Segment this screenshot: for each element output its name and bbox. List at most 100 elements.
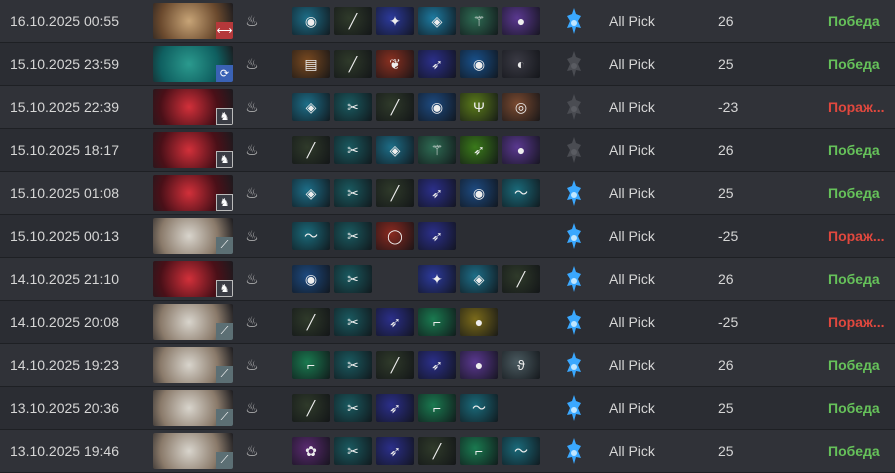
game-mode: All Pick [609,400,655,416]
rating-change: 26 [718,13,734,29]
boots-icon[interactable]: ⌐ [460,437,498,465]
fire-hand-icon: ♨ [245,99,259,116]
staff-icon[interactable]: ╱ [292,394,330,422]
blade-icon[interactable]: ➶ [376,308,414,336]
boots-icon[interactable]: ⌐ [292,351,330,379]
axe-icon[interactable]: ✂ [334,351,372,379]
blade-icon[interactable]: ➶ [376,394,414,422]
blade-icon[interactable]: ➶ [418,351,456,379]
match-row[interactable]: 15.10.2025 18:17 ♞ ♨ ╱ ✂ ◈ ⚚ ➶ ● All Pick 26 Победа [0,129,895,172]
item-list: ▤ ╱ ❦ ➶ ◉ ◐ [292,43,540,85]
blade-icon[interactable]: ➶ [418,179,456,207]
boots-icon[interactable]: ⌐ [418,308,456,336]
match-row[interactable]: 16.10.2025 00:55 ⟷ ♨ ◉ ╱ ✦ ◈ ⚚ ● All Pick 26 Победа [0,0,895,43]
empty-item-slot [376,265,414,293]
pouch-icon[interactable]: ● [502,7,540,35]
match-row[interactable]: 15.10.2025 01:08 ♞ ♨ ◈ ✂ ╱ ➶ ◉ 〜 All Pick 25 Победа [0,172,895,215]
axe-icon[interactable]: ✂ [334,265,372,293]
blade-icon[interactable]: ➶ [418,50,456,78]
staff-icon[interactable]: ╱ [292,136,330,164]
empty-item-slot [502,394,540,422]
fire-hand-icon: ♨ [245,185,259,202]
match-result: Пораж... [828,99,885,115]
hero-portrait[interactable]: ♞ [153,132,233,168]
wand-icon[interactable]: ⚚ [460,7,498,35]
hero-portrait[interactable]: ⟋ [153,218,233,254]
orb-icon[interactable]: ◉ [292,7,330,35]
rating-change: -23 [718,99,739,115]
staff-icon[interactable]: ╱ [502,265,540,293]
match-row[interactable]: 13.10.2025 20:36 ⟋ ♨ ╱ ✂ ➶ ⌐ 〜 All Pick 25 Победа [0,387,895,430]
lens-icon[interactable]: ◈ [376,136,414,164]
item-list: ✿ ✂ ➶ ╱ ⌐ 〜 [292,430,540,472]
ring-icon[interactable]: ◯ [376,222,414,250]
match-row[interactable]: 13.10.2025 19:46 ⟋ ♨ ✿ ✂ ➶ ╱ ⌐ 〜 All Pick 25 Победа [0,430,895,473]
hero-portrait[interactable]: ♞ [153,89,233,125]
match-date: 14.10.2025 20:08 [10,314,119,330]
pouch-icon[interactable]: ● [460,351,498,379]
scroll-icon[interactable]: ▤ [292,50,330,78]
match-result: Победа [828,443,880,459]
match-row[interactable]: 14.10.2025 20:08 ⟋ ♨ ╱ ✂ ➶ ⌐ ● All Pick -25 Пораж.… [0,301,895,344]
staff-icon[interactable]: ╱ [334,50,372,78]
lens-icon[interactable]: ◉ [460,50,498,78]
match-row[interactable]: 15.10.2025 23:59 ⟳ ♨ ▤ ╱ ❦ ➶ ◉ ◐ All Pick 25 Победа [0,43,895,86]
axe-icon[interactable]: ✂ [334,136,372,164]
hero-portrait[interactable]: ⟋ [153,304,233,340]
wave-icon[interactable]: 〜 [502,437,540,465]
staff-icon[interactable]: ╱ [376,351,414,379]
match-row[interactable]: 15.10.2025 00:13 ⟋ ♨ 〜 ✂ ◯ ➶ All Pick -25 Пораж..… [0,215,895,258]
match-row[interactable]: 15.10.2025 22:39 ♞ ♨ ◈ ✂ ╱ ◉ Ψ ◎ All Pick -23 Пораж… [0,86,895,129]
axe-icon[interactable]: ✂ [334,93,372,121]
cloak-icon[interactable]: ✦ [376,7,414,35]
orb-icon[interactable]: ◉ [292,265,330,293]
shield-icon[interactable]: ◎ [502,93,540,121]
charm-icon[interactable]: ❦ [376,50,414,78]
item-list: ◈ ✂ ╱ ◉ Ψ ◎ [292,86,540,128]
hero-portrait[interactable]: ♞ [153,175,233,211]
wave-icon[interactable]: 〜 [502,179,540,207]
hero-portrait[interactable]: ⟳ [153,46,233,82]
match-row[interactable]: 14.10.2025 19:23 ⟋ ♨ ⌐ ✂ ╱ ➶ ● ϑ All Pick 26 Победа [0,344,895,387]
match-date: 15.10.2025 23:59 [10,56,119,72]
wand-icon[interactable]: ⚚ [418,136,456,164]
blade-icon[interactable]: ➶ [418,222,456,250]
lens-icon[interactable]: ◈ [292,93,330,121]
empty-item-slot [502,308,540,336]
mask-icon[interactable]: ◐ [502,50,540,78]
axe-icon[interactable]: ✂ [334,437,372,465]
lens-icon[interactable]: ◈ [418,7,456,35]
staff-icon[interactable]: ╱ [376,179,414,207]
wave-icon[interactable]: 〜 [460,394,498,422]
axe-icon[interactable]: ✂ [334,308,372,336]
lens-icon[interactable]: ◈ [292,179,330,207]
match-row[interactable]: 14.10.2025 21:10 ♞ ♨ ◉ ✂ ✦ ◈ ╱ All Pick 26 Победа [0,258,895,301]
faction-tower-icon [567,8,581,34]
hero-portrait[interactable]: ♞ [153,261,233,297]
hero-portrait[interactable]: ⟋ [153,347,233,383]
lens-icon[interactable]: ◈ [460,265,498,293]
orb-icon[interactable]: ◉ [418,93,456,121]
hero-portrait[interactable]: ⟷ [153,3,233,39]
swirl-icon[interactable]: ϑ [502,351,540,379]
staff-icon[interactable]: ╱ [292,308,330,336]
staff-icon[interactable]: ╱ [418,437,456,465]
blade-icon[interactable]: ➶ [376,437,414,465]
pouch-icon[interactable]: ● [502,136,540,164]
wave-icon[interactable]: 〜 [292,222,330,250]
cloak-icon[interactable]: ✦ [418,265,456,293]
orb-icon[interactable]: ◉ [460,179,498,207]
axe-icon[interactable]: ✂ [334,394,372,422]
flower-icon[interactable]: ✿ [292,437,330,465]
blade-icon[interactable]: ➶ [460,136,498,164]
axe-icon[interactable]: ✂ [334,222,372,250]
boots-icon[interactable]: ⌐ [418,394,456,422]
staff-icon[interactable]: ╱ [334,7,372,35]
hero-portrait[interactable]: ⟋ [153,433,233,469]
staff-icon[interactable]: ╱ [376,93,414,121]
hero-portrait[interactable]: ⟋ [153,390,233,426]
gourd-icon[interactable]: ● [460,308,498,336]
hero-attribute-icon: ⟳ [216,65,233,82]
trident-icon[interactable]: Ψ [460,93,498,121]
axe-icon[interactable]: ✂ [334,179,372,207]
